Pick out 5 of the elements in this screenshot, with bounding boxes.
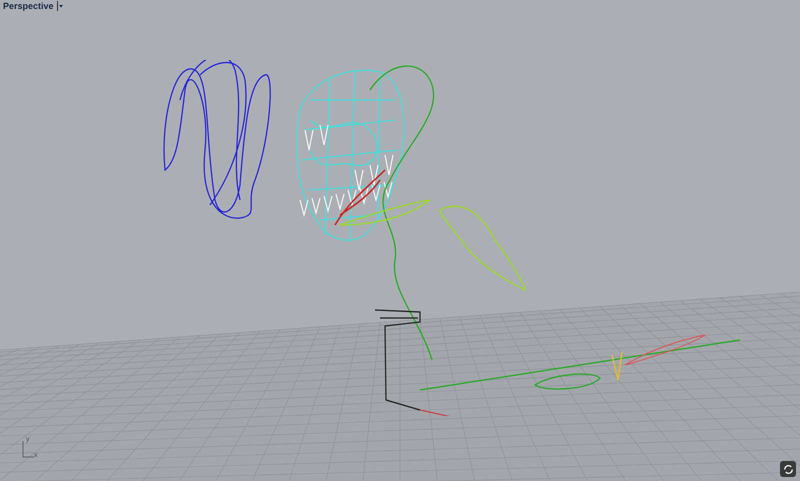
axis-icon	[20, 441, 34, 459]
rotate-view-button[interactable]	[780, 461, 796, 477]
dropdown-caret-icon[interactable]	[56, 1, 63, 11]
viewport-title[interactable]: Perspective	[0, 0, 57, 12]
rotate-icon	[782, 464, 794, 474]
